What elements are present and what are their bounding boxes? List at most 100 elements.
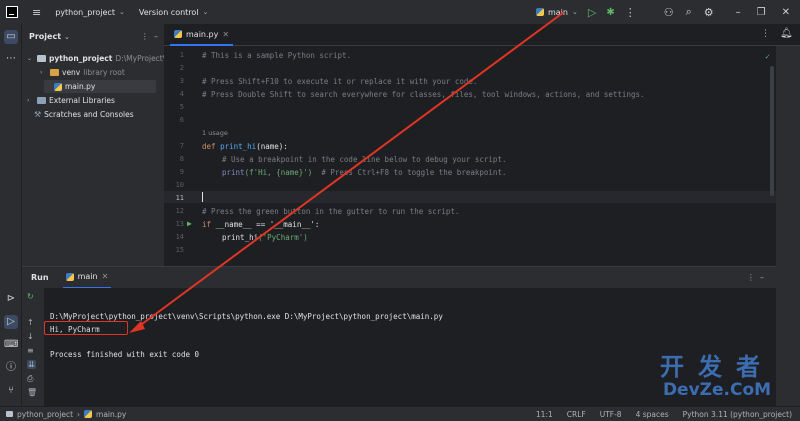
call-arg: ('PyCharm'): [258, 233, 308, 242]
python-file-icon: [84, 410, 93, 418]
folder-icon: [50, 69, 59, 76]
code-line-1: # This is a sample Python script.: [202, 51, 352, 60]
keyword-if: if: [202, 220, 212, 229]
scroll-up-icon[interactable]: ↑: [27, 318, 34, 327]
annotation-highlight-box: [44, 321, 128, 335]
code-params: (name):: [256, 142, 288, 151]
library-icon: [37, 97, 46, 104]
left-tool-strip: ▭ ⋯ ⊳ ▷ ⌨ ⓘ ⑂: [0, 24, 22, 406]
vcs-selector[interactable]: Version control ⌄: [139, 8, 209, 17]
breadcrumb-project[interactable]: python_project: [17, 410, 73, 419]
python-file-icon: [54, 82, 62, 91]
run-config-selector[interactable]: main ⌄: [535, 8, 578, 17]
breadcrumb-file[interactable]: main.py: [96, 410, 126, 419]
run-icon[interactable]: ▷: [588, 6, 596, 19]
run-panel-title: Run: [31, 273, 49, 282]
line-number: 10: [175, 181, 184, 189]
indent-setting[interactable]: 4 spaces: [636, 410, 669, 419]
problems-icon[interactable]: ⓘ: [4, 361, 18, 375]
tab-main-py[interactable]: main.py ✕: [170, 24, 234, 46]
line-number: 11: [175, 194, 184, 202]
rerun-icon[interactable]: ↻: [27, 292, 34, 301]
main-check: __name__ == '__main__':: [215, 220, 320, 229]
line-number: 7: [179, 142, 184, 150]
trash-icon[interactable]: 🗑︎: [27, 388, 37, 397]
vcs-label: Version control: [138, 7, 199, 17]
python-file-icon: [535, 8, 544, 16]
chevron-right-icon: ›: [27, 97, 30, 104]
print-icon[interactable]: ⎙: [27, 374, 33, 384]
usage-hint[interactable]: 1 usage: [202, 129, 228, 137]
code-line-13: if __name__ == '__main__':: [202, 220, 319, 229]
run-toolbar: ↻ ↑ ↓ ≡ ⇊ ⎙ 🗑︎: [22, 288, 44, 406]
console-command-line: D:\MyProject\python_project\venv\Scripts…: [50, 312, 443, 321]
tree-item-main-py[interactable]: main.py: [44, 80, 156, 93]
structure-tool-icon[interactable]: ⋯: [4, 52, 18, 66]
close-tab-icon[interactable]: ✕: [102, 272, 109, 281]
print-call: print: [222, 168, 245, 177]
tab-options-icon[interactable]: ⋮: [761, 29, 770, 39]
line-separator[interactable]: CRLF: [567, 410, 586, 419]
close-tab-icon[interactable]: ✕: [222, 30, 229, 39]
tree-item-venv[interactable]: › venv library root: [40, 66, 125, 79]
tree-item-external-libraries[interactable]: › External Libraries: [27, 94, 115, 107]
python-packages-icon[interactable]: ⊳: [4, 292, 18, 306]
main-menu-icon[interactable]: ≡: [32, 6, 41, 19]
run-tool-icon[interactable]: ▷: [4, 315, 18, 329]
python-interpreter[interactable]: Python 3.11 (python_project): [683, 410, 792, 419]
line-number: 1: [179, 51, 184, 59]
panel-options-icon[interactable]: ⋮ –: [747, 273, 764, 282]
project-selector-label: python_project: [55, 7, 115, 17]
right-tool-strip: [776, 46, 800, 406]
search-icon[interactable]: ⌕: [686, 5, 692, 19]
caret-position[interactable]: 11:1: [536, 410, 553, 419]
gutter-run-icon[interactable]: ▶: [187, 219, 192, 228]
tree-item-hint: library root: [83, 68, 125, 77]
debug-icon[interactable]: ✱: [606, 7, 614, 18]
scroll-down-icon[interactable]: ↓: [27, 332, 34, 341]
line-number: 8: [179, 155, 184, 163]
keyword-def: def: [202, 142, 216, 151]
inspection-ok-icon: ✓: [765, 52, 770, 61]
line-number: 15: [175, 246, 184, 254]
editor-scrollbar[interactable]: [770, 66, 774, 196]
python-file-icon: [174, 30, 182, 38]
gear-icon[interactable]: ⚙: [704, 6, 714, 19]
line-number: 6: [179, 116, 184, 124]
function-name: print_hi: [220, 142, 257, 151]
run-console[interactable]: D:\MyProject\python_project\venv\Scripts…: [44, 288, 776, 406]
python-file-icon: [65, 272, 74, 281]
restore-icon[interactable]: ❐: [757, 7, 766, 18]
run-tab-main[interactable]: main ✕: [62, 267, 112, 289]
git-icon[interactable]: ⑂: [4, 384, 18, 398]
code-line-8: # Use a breakpoint in the code line belo…: [222, 155, 507, 164]
project-panel-header[interactable]: Project ⌄: [29, 32, 70, 41]
scroll-to-end-icon[interactable]: ⇊: [27, 360, 36, 369]
inline-comment: # Press Ctrl+F8 to toggle the breakpoint…: [321, 168, 507, 177]
soft-wrap-icon[interactable]: ≡: [27, 346, 34, 355]
more-actions-icon[interactable]: ⋮: [625, 6, 636, 19]
pycharm-logo-icon: [6, 6, 18, 18]
project-tool-icon[interactable]: ▭: [4, 30, 18, 44]
run-panel-header: Run main ✕ ⋮ –: [22, 266, 776, 289]
project-selector[interactable]: python_project ⌄: [55, 8, 125, 17]
fstring-arg: (f'Hi, {name}'): [244, 168, 313, 177]
panel-options-icon[interactable]: ⋮ –: [141, 32, 158, 41]
minimize-icon[interactable]: –: [736, 7, 741, 18]
tree-item-scratches[interactable]: ⚒ Scratches and Consoles: [34, 108, 134, 121]
file-encoding[interactable]: UTF-8: [600, 410, 622, 419]
current-line-highlight: [164, 191, 776, 203]
line-number: 3: [179, 77, 184, 85]
line-number: 14: [175, 233, 184, 241]
close-icon[interactable]: ✕: [782, 7, 790, 18]
add-user-icon[interactable]: ⚇: [664, 6, 674, 19]
terminal-icon[interactable]: ⌨: [4, 338, 18, 352]
tree-item-label: python_project: [49, 54, 113, 63]
tree-item-label: main.py: [65, 82, 96, 91]
tree-item-path: D:\MyProject\: [115, 54, 166, 63]
tree-item-python-project[interactable]: ⌄ python_project D:\MyProject\: [27, 52, 165, 65]
chevron-down-icon: ⌄: [118, 8, 125, 16]
code-editor[interactable]: ✓ 1 2 3 4 5 6 7 8 9 10 11 12 13 14 15 ▶ …: [164, 46, 776, 266]
notifications-icon[interactable]: 🔔︎: [780, 28, 793, 39]
breadcrumb: python_project › main.py: [6, 410, 126, 419]
